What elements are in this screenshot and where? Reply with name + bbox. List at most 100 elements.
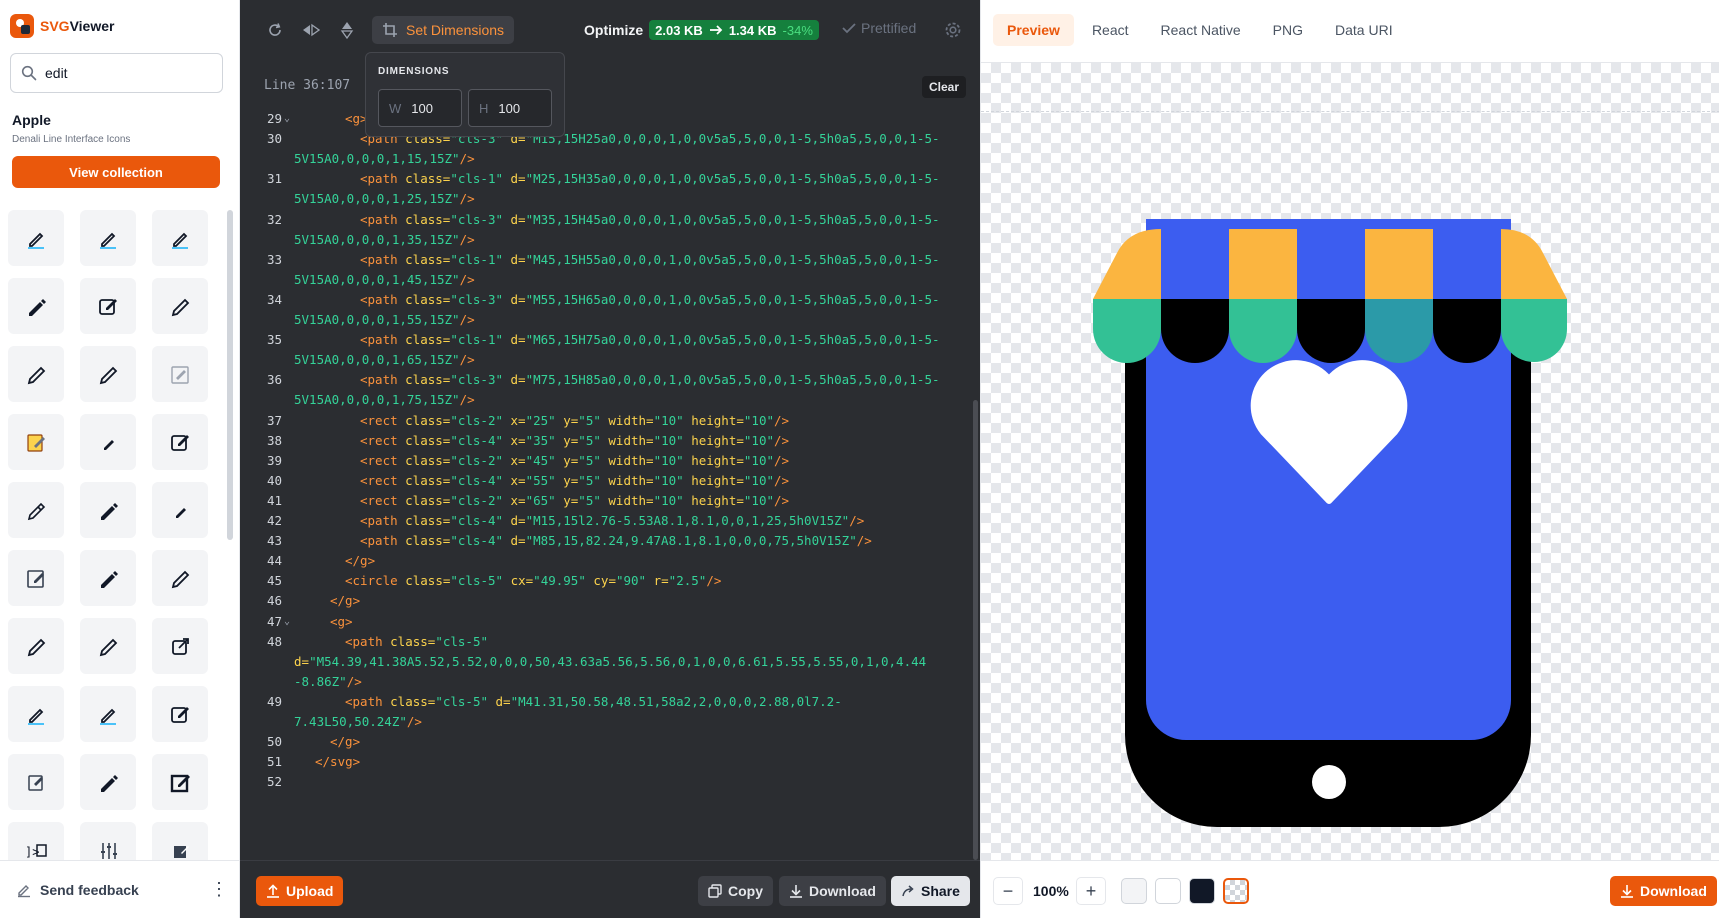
fold-chevron-icon[interactable]: ⌄ [284,611,290,633]
icon-result-tile[interactable] [152,482,208,538]
flip-horizontal-icon[interactable] [300,19,322,41]
download-label: Download [809,883,876,899]
icon-result-tile[interactable] [80,754,136,810]
icon-result-tile[interactable] [80,686,136,742]
icon-result-tile[interactable] [152,278,208,334]
zoom-in-button[interactable]: + [1076,877,1106,905]
code-line: 5V15A0,0,0,0,1,25,15Z"/> [240,188,968,210]
width-field[interactable]: W [378,89,462,127]
icon-result-tile[interactable] [8,346,64,402]
code-token: "25" [525,412,564,428]
brand[interactable]: SVGViewer [10,14,114,38]
icon-result-tile[interactable] [152,686,208,742]
note-edit-icon [27,570,44,588]
code-token: class= [405,492,451,508]
preview-canvas[interactable] [981,62,1719,860]
download-button[interactable]: Download [779,876,886,906]
code-token: width= [608,432,654,448]
code-text: <rect class="cls-2" x="65" y="5" width="… [360,490,789,512]
code-token: cy= [593,573,616,589]
zoom-out-button[interactable]: − [993,877,1023,905]
code-token: "cls-2" [450,492,511,508]
tab-preview[interactable]: Preview [993,14,1074,46]
code-text: <path class="cls-4" d="M85,15,82.24,9.47… [360,530,872,552]
upload-button[interactable]: Upload [256,876,344,906]
code-token: "10" [743,412,774,428]
code-token: height= [691,452,744,468]
tab-data-uri[interactable]: Data URI [1321,14,1407,46]
code-token: <path [360,291,406,307]
code-token: <path [360,372,406,388]
code-token: width= [608,472,654,488]
search-input[interactable] [45,65,195,81]
bg-transparent-swatch[interactable] [1223,878,1249,904]
icon-result-tile[interactable] [80,618,136,674]
icon-result-tile[interactable] [80,210,136,266]
line-number: 45 [266,573,282,589]
icon-result-tile[interactable] [80,822,136,860]
clear-button[interactable]: Clear [922,76,967,98]
code-token: d= [510,533,526,549]
icon-result-tile[interactable] [152,414,208,470]
bg-light-gray-swatch[interactable] [1121,878,1147,904]
code-token: class= [405,251,451,267]
icon-result-tile[interactable] [152,346,208,402]
view-collection-button[interactable]: View collection [12,156,220,188]
icon-result-tile[interactable] [80,414,136,470]
icon-result-tile[interactable] [80,550,136,606]
upload-icon [267,884,279,898]
optimize-status[interactable]: Optimize 2.03 KB 1.34 KB -34% [584,20,819,40]
icon-result-tile[interactable]: ]> [8,822,64,860]
bg-white-swatch[interactable] [1155,878,1181,904]
icon-result-tile[interactable] [152,618,208,674]
size-after: 1.34 KB [728,22,777,38]
bg-dark-swatch[interactable] [1189,878,1215,904]
width-input[interactable] [411,100,452,116]
preview-download-button[interactable]: Download [1610,876,1717,906]
awning-stripe-5 [1433,229,1501,299]
icon-result-tile[interactable] [8,686,64,742]
icon-result-tile[interactable] [8,482,64,538]
flip-vertical-icon[interactable] [336,19,358,41]
code-text: 5V15A0,0,0,0,1,35,15Z"/> [294,229,475,251]
icon-result-tile[interactable] [80,482,136,538]
gear-icon[interactable] [942,19,964,41]
code-token: /> [706,573,722,589]
icon-result-tile[interactable] [8,550,64,606]
icon-result-tile[interactable] [8,210,64,266]
icon-result-tile[interactable] [8,618,64,674]
fold-chevron-icon[interactable]: ⌄ [284,108,290,130]
height-field[interactable]: H [468,89,552,127]
tab-react-native[interactable]: React Native [1147,14,1255,46]
code-line: 5V15A0,0,0,0,1,45,15Z"/> [240,269,968,291]
icon-result-tile[interactable] [80,346,136,402]
code-line: 44 </g> [240,550,968,572]
share-button[interactable]: Share [891,876,970,906]
tab-png[interactable]: PNG [1259,14,1317,46]
icon-result-tile[interactable] [152,210,208,266]
set-dimensions-button[interactable]: Set Dimensions [372,16,515,44]
tab-react[interactable]: React [1078,14,1143,46]
icon-result-tile[interactable] [8,754,64,810]
editor-scrollbar[interactable] [973,400,978,860]
refresh-icon[interactable] [264,19,286,41]
more-options-icon[interactable]: ⋮ [210,879,228,900]
share-label: Share [921,883,960,899]
code-token: r= [653,573,669,589]
send-feedback-button[interactable]: Send feedback [16,882,210,898]
icon-result-tile[interactable] [8,414,64,470]
code-token: "65" [525,492,564,508]
code-area[interactable]: 29 ⌄ <g> 30 <path class="cls-3" d="M15,15H25… [240,108,968,860]
copy-button[interactable]: Copy [698,876,773,906]
prettified-toggle[interactable]: Prettified [842,20,916,36]
sidebar-scrollbar[interactable] [227,210,233,540]
icon-result-tile[interactable] [80,278,136,334]
icon-result-tile[interactable] [152,822,208,860]
code-line: 5V15A0,0,0,0,1,35,15Z"/> [240,229,968,251]
height-input[interactable] [498,100,539,116]
preview-panel: PreviewReactReact NativePNGData URI [980,0,1719,918]
icon-result-tile[interactable] [152,550,208,606]
code-token: class= [405,211,451,227]
icon-result-tile[interactable] [152,754,208,810]
icon-result-tile[interactable] [8,278,64,334]
